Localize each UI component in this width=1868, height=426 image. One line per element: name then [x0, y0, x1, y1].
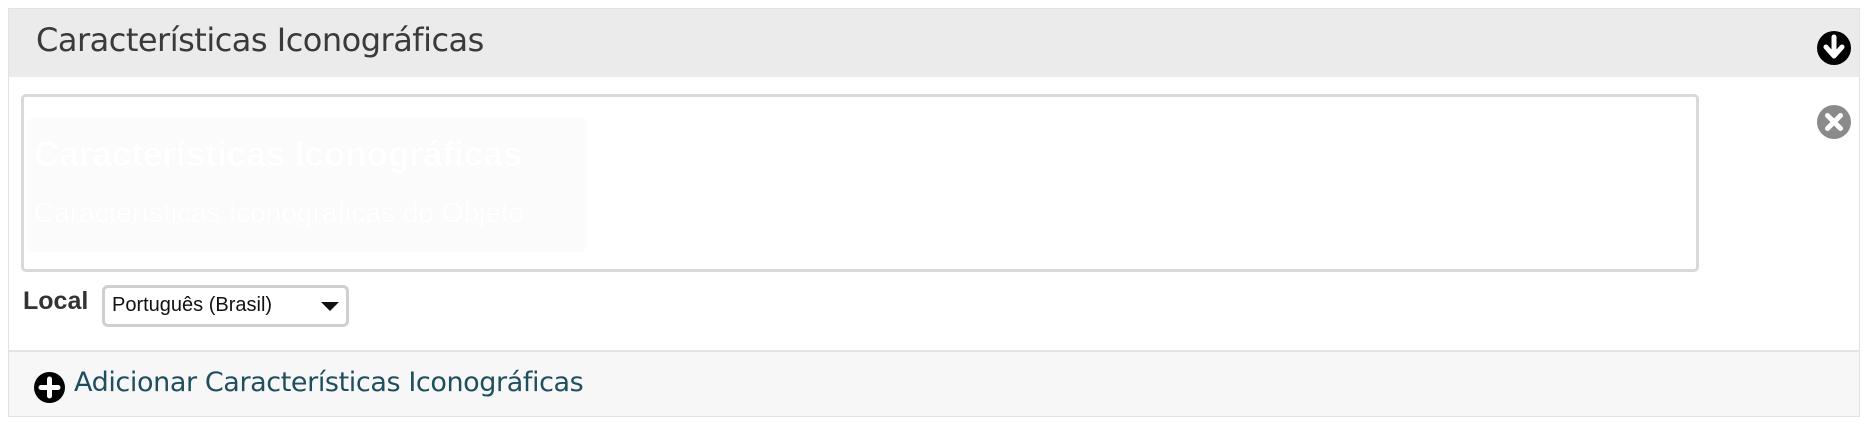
- iconographic-section: Características Iconográficas Caracterís…: [8, 8, 1860, 417]
- divider: [9, 350, 1859, 352]
- locale-select[interactable]: Português (Brasil): [102, 285, 349, 327]
- placeholder-title: Características Iconográficas: [34, 135, 523, 174]
- rich-text-editor[interactable]: Características Iconográficas Caracterís…: [21, 94, 1699, 272]
- locale-label: Local: [23, 287, 89, 315]
- placeholder-card: Características Iconográficas Caracterís…: [27, 117, 587, 252]
- add-entry-label: Adicionar Características Iconográficas: [74, 367, 584, 398]
- caret-down-icon: [321, 302, 339, 311]
- placeholder-subtitle: Características Iconográficas do Objeto: [34, 197, 525, 228]
- section-header[interactable]: Características Iconográficas: [9, 9, 1859, 77]
- close-circle-icon: [1817, 105, 1851, 139]
- locale-selected-value: Português (Brasil): [112, 294, 273, 316]
- section-body: Características Iconográficas Caracterís…: [9, 77, 1859, 350]
- remove-entry-button[interactable]: [1815, 103, 1853, 141]
- plus-circle-icon: [34, 372, 65, 403]
- section-title: Características Iconográficas: [36, 21, 484, 59]
- arrow-down-circle-icon: [1817, 31, 1851, 65]
- collapse-button[interactable]: [1815, 29, 1853, 67]
